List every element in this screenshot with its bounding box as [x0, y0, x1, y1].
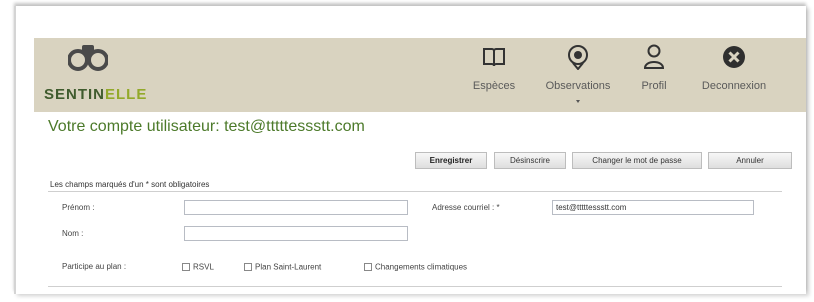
plan-saint-laurent-checkbox[interactable]: Plan Saint-Laurent: [244, 262, 321, 271]
book-icon: [483, 48, 505, 67]
brand-name-part2: ELLE: [105, 86, 148, 103]
email-label: Adresse courriel : *: [432, 203, 500, 212]
app-header: SENTINELLE Espèces Observations Profil D…: [34, 38, 806, 112]
first-name-label: Prénom :: [62, 203, 95, 212]
user-icon: [643, 44, 665, 69]
last-name-label: Nom :: [62, 229, 84, 238]
nav-profil[interactable]: Profil: [628, 44, 680, 108]
plan-climate-label: Changements climatiques: [375, 262, 468, 272]
plan-rsvl-checkbox[interactable]: RSVL: [182, 262, 214, 271]
divider-bottom: [48, 286, 782, 287]
location-pin-icon: [568, 45, 588, 70]
nav-deconnexion[interactable]: Deconnexion: [694, 44, 774, 108]
page-title: Votre compte utilisateur: test@tttttesss…: [48, 118, 365, 135]
binoculars-icon: [68, 45, 108, 71]
unsubscribe-button[interactable]: Désinscrire: [494, 152, 566, 169]
cancel-button[interactable]: Annuler: [708, 152, 792, 169]
brand-name: SENTINELLE: [44, 86, 147, 103]
brand-name-part1: SENTIN: [44, 86, 106, 103]
nav-observations-label: Observations: [545, 80, 611, 92]
checkbox-box[interactable]: [244, 262, 252, 271]
nav-deconnexion-label: Deconnexion: [701, 80, 767, 92]
change-password-button[interactable]: Changer le mot de passe: [572, 152, 702, 169]
plan-saint-laurent-label: Plan Saint-Laurent: [255, 262, 322, 272]
save-button[interactable]: Enregistrer: [415, 152, 487, 169]
chevron-down-icon: [576, 100, 580, 103]
last-name-field[interactable]: [184, 226, 408, 241]
plan-climate-checkbox[interactable]: Changements climatiques: [364, 262, 467, 271]
email-field[interactable]: [552, 200, 754, 215]
first-name-field[interactable]: [184, 200, 408, 215]
nav-especes[interactable]: Espèces: [462, 44, 526, 108]
plan-label: Participe au plan :: [62, 262, 127, 271]
checkbox-box[interactable]: [182, 262, 190, 271]
plan-rsvl-label: RSVL: [193, 262, 214, 272]
divider-top: [48, 191, 782, 192]
close-circle-icon: [723, 46, 745, 68]
required-fields-note: Les champs marqués d'un * sont obligatoi…: [50, 180, 210, 189]
logo[interactable]: SENTINELLE: [44, 44, 154, 106]
nav-profil-label: Profil: [641, 80, 667, 92]
checkbox-box[interactable]: [364, 262, 372, 271]
nav-observations[interactable]: Observations: [538, 44, 618, 108]
nav-especes-label: Espèces: [472, 80, 516, 92]
